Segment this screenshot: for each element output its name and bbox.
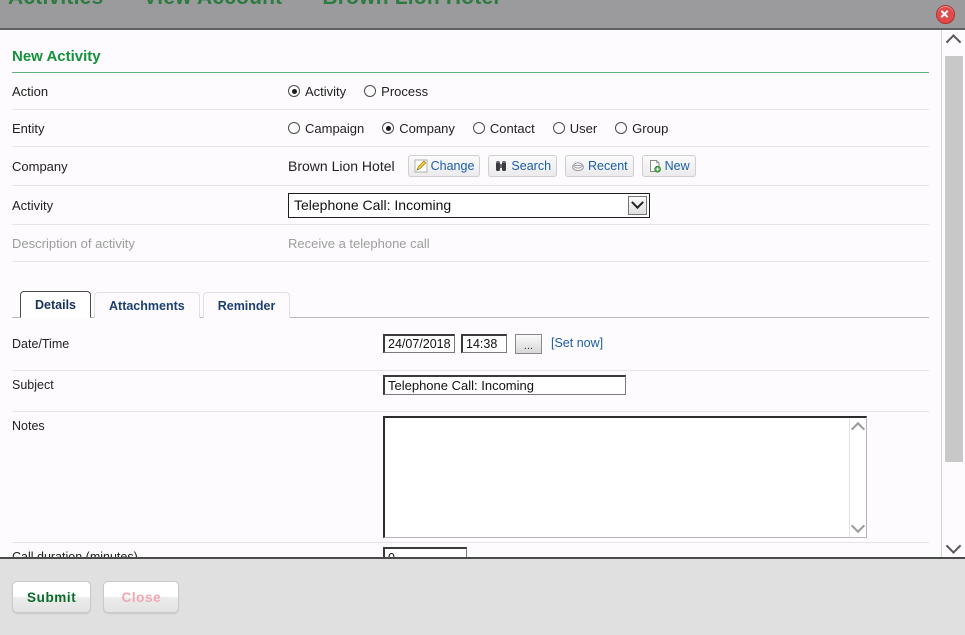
change-company-button[interactable]: Change <box>407 155 481 177</box>
radio-icon <box>288 122 300 134</box>
window-top-band: Activities View Account Brown Lion Hotel <box>0 0 965 30</box>
radio-icon <box>472 122 485 134</box>
radio-action-activity[interactable]: Activity <box>288 84 346 99</box>
description-value: Receive a telephone call <box>288 235 430 251</box>
row-notes: Notes <box>12 412 929 543</box>
new-page-icon <box>648 159 662 173</box>
new-activity-window: Activities View Account Brown Lion Hotel… <box>0 0 965 635</box>
recent-company-button[interactable]: Recent <box>565 155 634 177</box>
clipped-header-item-1: View Account <box>143 0 282 9</box>
scroll-down-button[interactable] <box>942 537 965 557</box>
radio-entity-company-label: Company <box>399 120 455 136</box>
chevron-down-icon <box>945 537 962 554</box>
scroll-up-button[interactable] <box>942 30 965 50</box>
row-description: Description of activity Receive a teleph… <box>12 225 929 262</box>
radio-entity-campaign[interactable]: Campaign <box>288 121 364 136</box>
radio-action-activity-label: Activity <box>305 83 347 99</box>
search-company-button[interactable]: Search <box>488 155 558 177</box>
date-input[interactable] <box>383 334 455 353</box>
page-scrollbar[interactable] <box>941 30 965 557</box>
tab-attachments[interactable]: Attachments <box>94 292 200 318</box>
description-label: Description of activity <box>12 235 135 251</box>
radio-entity-user[interactable]: User <box>552 120 598 136</box>
entity-radio-group: Campaign Company Contact User Group <box>288 121 668 136</box>
chevron-up-icon[interactable] <box>850 421 866 437</box>
close-button[interactable]: Close <box>103 581 180 613</box>
clock-stamp-icon <box>571 159 585 173</box>
binoculars-icon <box>494 159 508 173</box>
activity-label: Activity <box>12 197 54 213</box>
activity-select[interactable]: Telephone Call: Incoming <box>288 192 650 218</box>
subject-input[interactable] <box>383 375 626 395</box>
company-label: Company <box>12 158 68 174</box>
pencil-icon <box>414 159 428 173</box>
call-duration-input[interactable] <box>383 547 467 557</box>
chevron-down-icon[interactable] <box>628 195 647 215</box>
tab-details[interactable]: Details <box>20 291 91 318</box>
radio-icon <box>552 122 565 134</box>
new-company-button[interactable]: New <box>641 155 696 177</box>
entity-label: Entity <box>12 120 45 136</box>
radio-entity-contact-label: Contact <box>489 120 535 136</box>
tab-bar: Details Attachments Reminder <box>12 290 929 318</box>
radio-entity-user-label: User <box>569 120 598 136</box>
change-company-label: Change <box>430 159 475 173</box>
close-circle-icon[interactable] <box>936 5 955 24</box>
footer-bar: Submit Close <box>0 557 965 635</box>
radio-entity-group-label: Group <box>632 120 669 136</box>
recent-company-label: Recent <box>588 159 628 173</box>
row-action: Action Activity Process <box>12 73 929 110</box>
row-company: Company Brown Lion Hotel Change Search R… <box>12 147 929 186</box>
new-company-label: New <box>664 159 690 173</box>
row-call-duration: Call duration (minutes) <box>12 543 929 557</box>
radio-entity-campaign-label: Campaign <box>305 120 365 136</box>
chevron-down-icon[interactable] <box>850 518 866 534</box>
scrollbar-track[interactable] <box>942 50 965 537</box>
call-duration-label: Call duration (minutes) <box>12 550 138 557</box>
row-activity: Activity Telephone Call: Incoming <box>12 186 929 225</box>
radio-icon <box>615 122 628 134</box>
search-company-label: Search <box>511 159 552 173</box>
page-title: New Activity <box>12 30 929 73</box>
radio-entity-company[interactable]: Company <box>382 121 455 136</box>
clipped-page-header: Activities View Account Brown Lion Hotel <box>8 0 533 10</box>
action-label: Action <box>12 83 49 99</box>
radio-entity-group[interactable]: Group <box>615 121 668 136</box>
row-datetime: Date/Time ... [Set now] <box>12 330 929 371</box>
radio-icon <box>288 85 300 97</box>
scrollbar-thumb[interactable] <box>945 56 963 462</box>
activity-select-value: Telephone Call: Incoming <box>294 197 452 213</box>
clipped-header-item-0: Activities <box>8 0 103 9</box>
radio-action-process-label: Process <box>381 83 429 99</box>
set-now-link[interactable]: [Set now] <box>551 334 603 350</box>
chevron-up-icon <box>945 33 962 50</box>
datetime-picker-button[interactable]: ... <box>515 334 542 354</box>
notes-scrollbar[interactable] <box>849 418 866 537</box>
subject-label: Subject <box>12 378 54 392</box>
submit-button[interactable]: Submit <box>12 581 92 613</box>
clipped-header-item-2: Brown Lion Hotel <box>322 0 499 9</box>
row-subject: Subject <box>12 371 929 412</box>
tab-reminder[interactable]: Reminder <box>202 292 291 318</box>
radio-entity-contact[interactable]: Contact <box>472 120 535 136</box>
time-input[interactable] <box>461 334 507 353</box>
company-name-value: Brown Lion Hotel <box>288 158 395 174</box>
form-pane: New Activity Action Activity Process Ent… <box>0 30 941 557</box>
action-radio-group: Activity Process <box>288 84 428 99</box>
radio-icon <box>364 85 377 97</box>
details-panel: Date/Time ... [Set now] Subject Not <box>12 330 929 557</box>
notes-textarea-wrap[interactable] <box>383 416 867 538</box>
datetime-label: Date/Time <box>12 337 70 351</box>
notes-label: Notes <box>12 419 45 433</box>
radio-action-process[interactable]: Process <box>364 84 428 99</box>
row-entity: Entity Campaign Company Contact User Gro… <box>12 110 929 147</box>
radio-icon <box>382 122 395 134</box>
